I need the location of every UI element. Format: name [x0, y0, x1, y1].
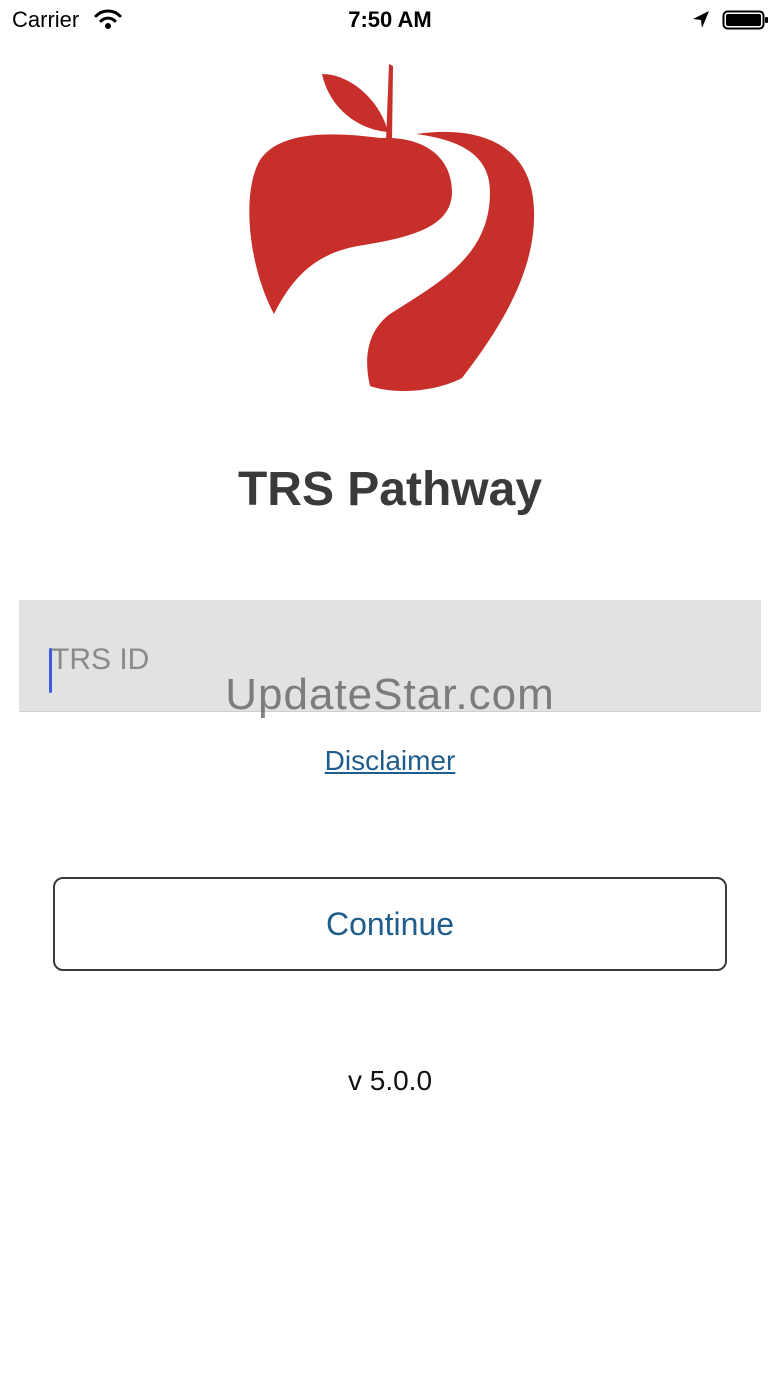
status-bar: Carrier 7:50 AM: [0, 0, 780, 40]
apple-logo: [249, 64, 535, 392]
battery-icon: [722, 10, 768, 30]
version-label: v 5.0.0: [347, 1065, 433, 1096]
location-arrow-icon: [693, 11, 709, 28]
disclaimer-link[interactable]: Disclaimer: [0, 745, 780, 777]
clock: 7:50 AM: [348, 7, 432, 32]
continue-button[interactable]: Continue: [53, 877, 727, 971]
login-screen: Carrier 7:50 AM TRS Pathway UpdateStar.c…: [0, 0, 780, 1387]
app-title: TRS Pathway: [237, 463, 543, 516]
watermark: UpdateStar.com: [225, 670, 555, 719]
